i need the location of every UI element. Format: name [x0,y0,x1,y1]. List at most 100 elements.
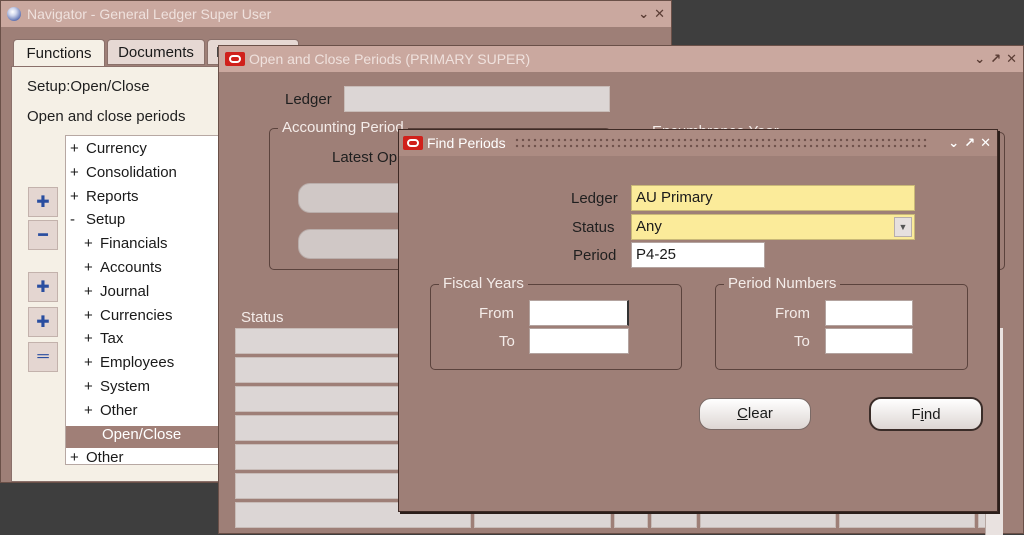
find-periods-titlebar[interactable]: Find Periods ⌄ ↗ ✕ [399,130,997,156]
tree-item[interactable]: + Journal [84,283,149,305]
find-status-label: Status [572,219,615,236]
tab-documents[interactable]: Documents [107,39,205,65]
expand-all-button[interactable]: ✚ [28,307,58,337]
find-ledger-field[interactable]: AU Primary [631,185,915,211]
expand-branch-icon: ✚ [36,279,50,296]
tree-item[interactable]: + Reports [70,188,139,210]
tree-item[interactable]: + System [84,378,150,400]
expand-all-icon: ✚ [36,314,50,331]
tree-item-label: Tax [100,330,124,348]
tree-item-label: Currency [86,140,147,157]
tree-expander-icon[interactable]: + [84,235,100,252]
clear-button[interactable]: Clear [699,398,811,430]
find-periods-dialog: Find Periods ⌄ ↗ ✕ Ledger AU Primary Sta… [398,129,998,512]
find-status-select[interactable]: Any ▼ [631,214,915,240]
maximize-icon[interactable]: ↗ [990,51,1001,67]
tree-expander-icon[interactable]: + [70,188,86,205]
tree-expander-icon[interactable]: + [84,354,100,371]
pn-from-label: From [775,305,810,322]
titlebar-grip [513,137,927,149]
tree-item[interactable]: + Employees [84,354,174,376]
minimize-icon[interactable]: ⌄ [638,6,649,22]
minimize-icon[interactable]: ⌄ [974,51,985,67]
find-ledger-label: Ledger [571,190,618,207]
expand-button[interactable]: ✚ [28,187,58,217]
pn-from-field[interactable] [825,300,913,326]
tree-item[interactable]: + Other [70,449,124,465]
accounting-period-group-title: Accounting Period [278,119,408,136]
tree-item-label: Accounts [100,259,162,276]
tree-expander-icon[interactable]: + [84,402,100,419]
find-status-value: Any [636,218,662,235]
tree-item[interactable]: + Other [84,402,138,424]
tree-expander-icon[interactable]: + [84,307,100,324]
tree-item[interactable]: Open/Close [66,425,224,448]
close-icon[interactable]: ✕ [980,135,991,151]
tab-documents-label: Documents [118,44,194,61]
tree-item-label: Journal [100,282,150,300]
tree-item[interactable]: + Currencies [84,307,173,329]
open-close-titlebar[interactable]: Open and Close Periods (PRIMARY SUPER) ⌄… [219,46,1023,72]
tree-item[interactable]: + Currency [70,140,147,162]
tree-item-label: Financials [100,235,168,253]
tree-item-label: Currencies [100,306,173,324]
pn-to-field[interactable] [825,328,913,354]
function-tree[interactable]: + Currency + Consolidation + Reports - Setup + Fi… [65,135,225,465]
open-close-title: Open and Close Periods (PRIMARY SUPER) [249,51,531,67]
tree-item-label: Open/Close [102,425,182,443]
collapse-icon: ━ [38,227,48,244]
find-button[interactable]: Find [869,397,983,431]
minimize-icon[interactable]: ⌄ [948,135,959,151]
tree-item[interactable]: + Tax [84,330,123,352]
chevron-down-icon[interactable]: ▼ [894,217,912,237]
close-icon[interactable]: ✕ [654,6,665,22]
tree-item[interactable]: + Financials [84,235,168,257]
tree-item-label: Setup [86,211,126,229]
tab-functions[interactable]: Functions [13,39,105,67]
tree-item[interactable]: - Setup [70,211,125,233]
tree-item[interactable]: + Consolidation [70,164,177,186]
ledger-label: Ledger [285,91,332,108]
tree-item[interactable]: + Accounts [84,259,162,281]
expand-branch-button[interactable]: ✚ [28,272,58,302]
fiscal-years-group-title: Fiscal Years [439,275,528,292]
tree-item-label: Reports [86,187,139,205]
tree-item-label: Consolidation [86,163,177,181]
tree-expander-icon[interactable]: + [70,140,86,157]
fiscal-to-field[interactable] [529,328,629,354]
latest-open-label: Latest Op [332,149,398,166]
navigator-titlebar[interactable]: Navigator - General Ledger Super User ⌄ … [1,1,671,27]
maximize-icon[interactable]: ↗ [964,135,975,151]
fiscal-to-label: To [499,333,515,350]
expand-icon: ✚ [36,194,50,211]
fiscal-from-label: From [479,305,514,322]
navigator-title: Navigator - General Ledger Super User [27,6,272,22]
tree-expander-icon[interactable]: - [70,211,86,228]
collapse-all-button[interactable]: ═ [28,342,58,372]
tree-expander-icon[interactable]: + [84,259,100,276]
status-column-header: Status [241,309,284,326]
find-periods-title: Find Periods [427,135,506,151]
period-numbers-group: Period Numbers From To [715,275,968,370]
period-numbers-group-title: Period Numbers [724,275,841,292]
ledger-field[interactable] [344,86,610,112]
find-period-label: Period [573,247,617,264]
pn-to-label: To [794,333,810,350]
tree-item-label: Other [100,401,138,419]
tree-expander-icon[interactable]: + [84,378,100,395]
tab-functions-label: Functions [26,45,92,62]
breadcrumb: Setup:Open/Close [27,78,150,95]
close-icon[interactable]: ✕ [1006,51,1017,67]
tree-expander-icon[interactable]: + [84,283,100,300]
find-period-field[interactable]: P4-25 [631,242,765,268]
fiscal-years-group: Fiscal Years From To [430,275,682,370]
tree-expander-icon[interactable]: + [84,330,100,347]
tree-item-label: Other [86,449,124,465]
tree-item-label: Employees [100,354,175,372]
fiscal-from-field[interactable] [529,300,629,326]
tree-expander-icon[interactable]: + [70,449,86,464]
oracle-logo-icon [403,136,423,150]
collapse-button[interactable]: ━ [28,220,58,250]
tree-expander-icon[interactable]: + [70,164,86,181]
collapse-all-icon: ═ [37,348,49,365]
